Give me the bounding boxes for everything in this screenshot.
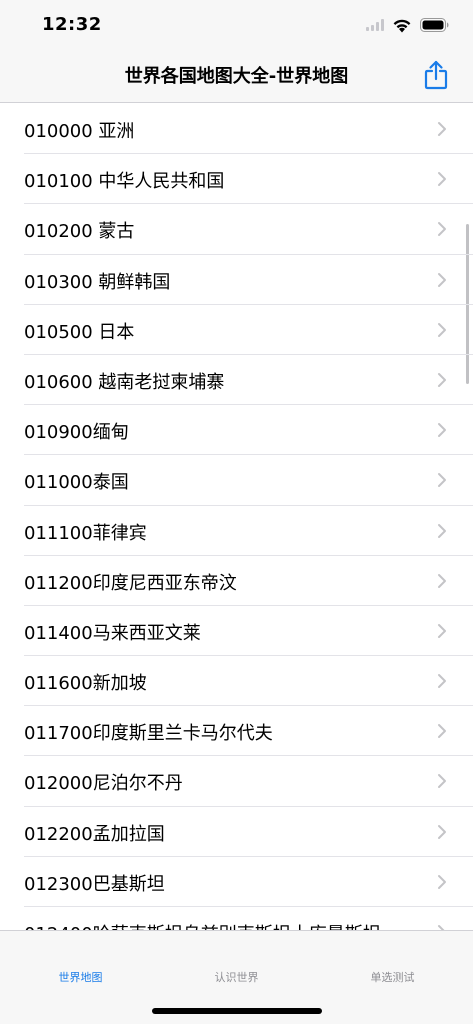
list-item[interactable]: 011600新加坡 (24, 656, 473, 707)
list-item-label: 010100 中华人民共和国 (24, 171, 225, 193)
list-item[interactable]: 010600 越南老挝柬埔寨 (24, 355, 473, 406)
list-item[interactable]: 010200 蒙古 (24, 204, 473, 255)
list-item-label: 011000泰国 (24, 472, 129, 494)
chevron-right-icon (437, 372, 447, 392)
chevron-right-icon (437, 422, 447, 442)
chevron-right-icon (437, 121, 447, 141)
home-indicator (152, 1008, 322, 1014)
chevron-right-icon (437, 221, 447, 241)
list-item-label: 010900缅甸 (24, 422, 129, 444)
chevron-right-icon (437, 623, 447, 643)
list-item-label: 012400哈萨克斯坦乌兹别克斯坦土库曼斯坦 (24, 920, 381, 930)
navigation-bar: 世界各国地图大全-世界地图 (0, 50, 473, 103)
chevron-right-icon (437, 673, 447, 693)
chevron-right-icon (437, 472, 447, 492)
list-item-label: 012000尼泊尔不丹 (24, 773, 183, 795)
cellular-signal-icon (366, 19, 384, 31)
status-bar: 12:32 (0, 0, 473, 50)
list-item[interactable]: 010300 朝鲜韩国 (24, 255, 473, 305)
list-item[interactable]: 011700印度斯里兰卡马尔代夫 (24, 706, 473, 757)
list-item-label: 010300 朝鲜韩国 (24, 271, 171, 293)
list-item[interactable]: 012000尼泊尔不丹 (24, 756, 473, 807)
chevron-right-icon (437, 874, 447, 894)
list-item-label: 010200 蒙古 (24, 221, 135, 243)
list-item-label: 011400马来西亚文莱 (24, 622, 201, 644)
list-item[interactable]: 012200孟加拉国 (24, 807, 473, 857)
list-item[interactable]: 011200印度尼西亚东帝汶 (24, 556, 473, 606)
app-screen: 12:32 世界各国地图大全-世界地图 010000 亚洲 010100 中华人… (0, 0, 473, 1024)
list-item-label: 010500 日本 (24, 321, 135, 343)
chevron-right-icon (437, 723, 447, 743)
list-item-label: 010600 越南老挝柬埔寨 (24, 371, 225, 393)
list-item-label: 012200孟加拉国 (24, 823, 165, 845)
tab-world-map[interactable]: 世界地图 (2, 969, 159, 985)
chevron-right-icon (437, 523, 447, 543)
list-item-label: 011200印度尼西亚东帝汶 (24, 572, 237, 594)
chevron-right-icon (437, 171, 447, 191)
chevron-right-icon (437, 272, 447, 292)
chevron-right-icon (437, 773, 447, 793)
status-time: 12:32 (42, 14, 102, 35)
list-item[interactable]: 010000 亚洲 (24, 104, 473, 155)
page-title: 世界各国地图大全-世界地图 (124, 66, 349, 87)
share-button[interactable] (421, 58, 451, 92)
chevron-right-icon (437, 824, 447, 844)
battery-icon (420, 18, 449, 32)
list-item[interactable]: 012300巴基斯坦 (24, 857, 473, 907)
share-icon (424, 60, 448, 90)
country-list[interactable]: 010000 亚洲 010100 中华人民共和国 010200 蒙古 010300 朝… (0, 104, 473, 930)
status-icons (366, 16, 449, 34)
list-item-label: 012300巴基斯坦 (24, 873, 165, 895)
wifi-icon (392, 18, 412, 33)
list-item[interactable]: 010500 日本 (24, 305, 473, 355)
list-item-label: 011100菲律宾 (24, 522, 147, 544)
tab-know-world[interactable]: 认识世界 (158, 969, 315, 985)
list-item[interactable]: 010100 中华人民共和国 (24, 154, 473, 205)
list-item[interactable]: 011000泰国 (24, 455, 473, 506)
list-item-label: 010000 亚洲 (24, 121, 135, 142)
list-item-label: 011700印度斯里兰卡马尔代夫 (24, 723, 273, 745)
list-item[interactable]: 011400马来西亚文莱 (24, 606, 473, 657)
list-item[interactable]: 011100菲律宾 (24, 506, 473, 556)
list-item[interactable]: 010900缅甸 (24, 405, 473, 456)
list-item[interactable]: 012400哈萨克斯坦乌兹别克斯坦土库曼斯坦 (24, 907, 473, 930)
list-item-label: 011600新加坡 (24, 673, 147, 695)
chevron-right-icon (437, 573, 447, 593)
chevron-right-icon (437, 322, 447, 342)
tab-quiz[interactable]: 单选测试 (314, 969, 471, 985)
